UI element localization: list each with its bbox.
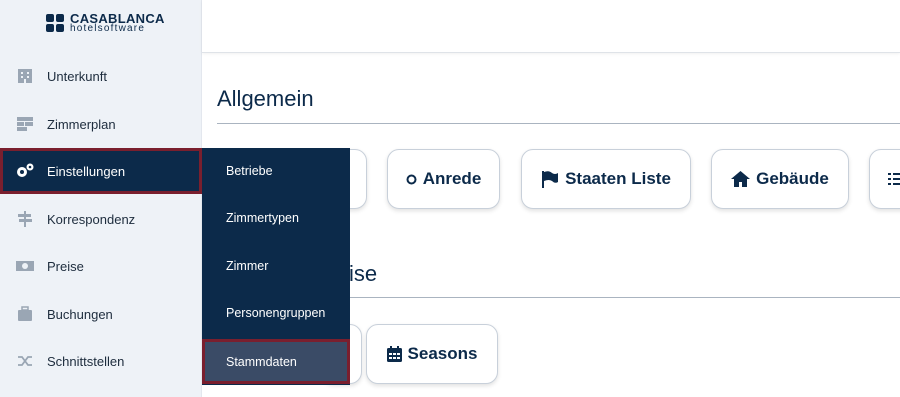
submenu-item-stammdaten[interactable]: Stammdaten xyxy=(202,339,350,384)
money-icon xyxy=(16,257,34,275)
checklist-icon xyxy=(888,172,900,186)
sidebar-item-korrespondenz[interactable]: Korrespondenz xyxy=(0,196,202,242)
card-label: Gebäude xyxy=(756,169,829,188)
section-divider xyxy=(217,123,900,124)
sidebar-item-buchungen[interactable]: Buchungen xyxy=(0,291,202,337)
top-bar xyxy=(202,0,900,53)
submenu-item-label: Zimmer xyxy=(226,258,269,273)
card-partial-right[interactable] xyxy=(869,149,900,209)
sidebar-item-label: Preise xyxy=(47,258,84,274)
sidebar-item-label: Buchungen xyxy=(47,306,113,322)
section-title-preise: ise xyxy=(349,261,378,286)
calendar-grid-icon xyxy=(16,115,34,133)
sidebar-item-label: Zimmerplan xyxy=(47,116,116,132)
submenu-item-zimmer[interactable]: Zimmer xyxy=(202,243,350,288)
shuffle-icon xyxy=(16,352,34,370)
logo[interactable]: CASABLANCA hotelsoftware xyxy=(46,12,165,34)
submenu-item-personengruppen[interactable]: Personengruppen xyxy=(202,290,350,335)
sidebar-item-label: Schnittstellen xyxy=(47,353,125,369)
circle-icon xyxy=(406,174,417,185)
card-seasons[interactable]: Seasons xyxy=(366,324,498,384)
building-icon xyxy=(16,67,34,85)
submenu-item-label: Stammdaten xyxy=(226,354,297,369)
sidebar: CASABLANCA hotelsoftware Unterkunft Zimm… xyxy=(0,0,202,397)
settings-submenu: Betriebe Zimmertypen Zimmer Personengrup… xyxy=(202,148,350,385)
card-label: Staaten Liste xyxy=(565,169,671,188)
card-label: Seasons xyxy=(407,344,478,363)
submenu-item-label: Personengruppen xyxy=(226,305,326,320)
section-title-allgemein: Allgemein xyxy=(217,86,314,111)
card-label: Anrede xyxy=(422,169,482,188)
home-icon xyxy=(731,171,751,187)
sidebar-item-label: Unterkunft xyxy=(47,68,107,84)
submenu-item-betriebe[interactable]: Betriebe xyxy=(202,148,350,193)
submenu-item-label: Zimmertypen xyxy=(226,210,299,225)
sidebar-item-einstellungen[interactable]: Einstellungen xyxy=(0,148,202,194)
logo-mark-icon xyxy=(46,14,64,34)
card-staaten-liste[interactable]: Staaten Liste xyxy=(521,149,691,209)
submenu-item-label: Betriebe xyxy=(226,163,273,178)
calendar-icon xyxy=(386,346,402,362)
sidebar-item-schnittstellen[interactable]: Schnittstellen xyxy=(0,338,202,384)
sidebar-item-unterkunft[interactable]: Unterkunft xyxy=(0,53,202,99)
card-gebaeude[interactable]: Gebäude xyxy=(711,149,849,209)
submenu-item-zimmertypen[interactable]: Zimmertypen xyxy=(202,195,350,240)
sidebar-item-preise[interactable]: Preise xyxy=(0,243,202,289)
flag-icon xyxy=(541,170,559,188)
gears-icon xyxy=(16,162,34,180)
signpost-icon xyxy=(16,210,34,228)
sidebar-item-zimmerplan[interactable]: Zimmerplan xyxy=(0,101,202,147)
card-anrede[interactable]: Anrede xyxy=(387,149,500,209)
sidebar-item-label: Einstellungen xyxy=(47,163,126,179)
suitcase-icon xyxy=(16,305,34,323)
sidebar-item-label: Korrespondenz xyxy=(47,211,136,227)
